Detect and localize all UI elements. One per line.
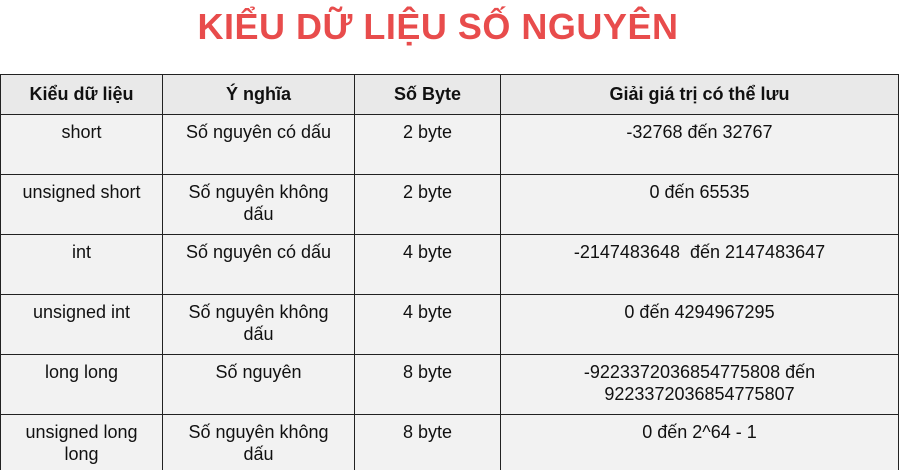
table-row: int Số nguyên có dấu 4 byte -2147483648 …: [0, 234, 899, 295]
table-row: unsigned long long Số nguyên không dấu 8…: [0, 414, 899, 470]
cell-data-type: unsigned long long: [0, 414, 163, 470]
cell-byte-count: 4 byte: [354, 294, 501, 355]
integer-types-table: Kiểu dữ liệu Ý nghĩa Số Byte Giải giá tr…: [0, 74, 899, 470]
cell-data-type: short: [0, 114, 163, 175]
cell-value-range: 0 đến 65535: [500, 174, 899, 235]
cell-data-type: unsigned int: [0, 294, 163, 355]
cell-value-range: 0 đến 4294967295: [500, 294, 899, 355]
table-row: long long Số nguyên 8 byte -922337203685…: [0, 354, 899, 415]
table-row: unsigned short Số nguyên không dấu 2 byt…: [0, 174, 899, 235]
cell-value-range: -2147483648 đến 2147483647: [500, 234, 899, 295]
table-row: short Số nguyên có dấu 2 byte -32768 đến…: [0, 114, 899, 175]
cell-byte-count: 2 byte: [354, 174, 501, 235]
page-title: KIỂU DỮ LIỆU SỐ NGUYÊN: [197, 6, 679, 47]
cell-byte-count: 2 byte: [354, 114, 501, 175]
header-data-type: Kiểu dữ liệu: [0, 74, 163, 115]
header-meaning: Ý nghĩa: [162, 74, 355, 115]
cell-value-range: -9223372036854775808 đến 922337203685477…: [500, 354, 899, 415]
cell-meaning: Số nguyên không dấu: [162, 414, 355, 470]
cell-value-range: 0 đến 2^64 - 1: [500, 414, 899, 470]
cell-meaning: Số nguyên không dấu: [162, 174, 355, 235]
cell-meaning: Số nguyên: [162, 354, 355, 415]
cell-meaning: Số nguyên không dấu: [162, 294, 355, 355]
cell-meaning: Số nguyên có dấu: [162, 234, 355, 295]
cell-data-type: unsigned short: [0, 174, 163, 235]
table-row: unsigned int Số nguyên không dấu 4 byte …: [0, 294, 899, 355]
cell-byte-count: 8 byte: [354, 354, 501, 415]
cell-data-type: int: [0, 234, 163, 295]
cell-value-range: -32768 đến 32767: [500, 114, 899, 175]
header-byte-count: Số Byte: [354, 74, 501, 115]
cell-meaning: Số nguyên có dấu: [162, 114, 355, 175]
header-value-range: Giải giá trị có thể lưu: [500, 74, 899, 115]
cell-data-type: long long: [0, 354, 163, 415]
cell-byte-count: 8 byte: [354, 414, 501, 470]
cell-byte-count: 4 byte: [354, 234, 501, 295]
table-header-row: Kiểu dữ liệu Ý nghĩa Số Byte Giải giá tr…: [0, 74, 899, 115]
